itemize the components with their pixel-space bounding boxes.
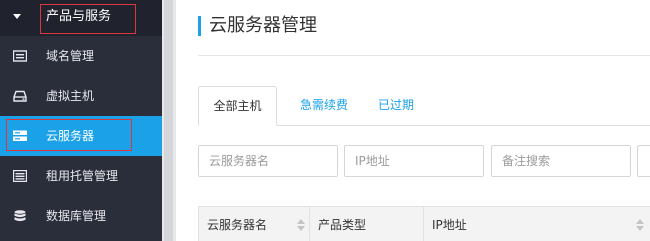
- database-icon: [14, 210, 26, 222]
- sidebar-section-products-services[interactable]: 产品与服务: [0, 0, 162, 36]
- app-root: 产品与服务 域名管理 虚拟主机 云服务器 租用托管管理 数据库管理 云服务器管理…: [0, 0, 650, 241]
- sidebar-item-label: 租用托管管理: [46, 169, 119, 183]
- column-label: IP地址: [432, 218, 467, 232]
- virtual-host-icon: [13, 90, 27, 102]
- column-header-server-name[interactable]: 云服务器名: [199, 207, 310, 241]
- page-title: 云服务器管理: [209, 15, 317, 36]
- annotation-highlight-box: [40, 4, 136, 34]
- extra-filter-input[interactable]: [637, 145, 650, 177]
- sidebar: 产品与服务 域名管理 虚拟主机 云服务器 租用托管管理 数据库管理: [0, 0, 162, 241]
- annotation-highlight-box: [6, 119, 132, 151]
- sidebar-item-virtual-host[interactable]: 虚拟主机: [0, 76, 162, 116]
- sidebar-item-label: 数据库管理: [46, 209, 107, 223]
- sidebar-scrollbar[interactable]: [162, 0, 176, 241]
- column-label: 云服务器名: [207, 218, 268, 232]
- ip-address-input[interactable]: [344, 145, 484, 177]
- title-accent-bar: [198, 16, 201, 36]
- column-label: 产品类型: [318, 218, 367, 232]
- main-content: 云服务器管理 全部主机 急需续费 已过期 云服务器名 产品类型 IP地址: [176, 0, 650, 241]
- sidebar-item-label: 虚拟主机: [46, 89, 95, 103]
- tab-renewal-needed[interactable]: 急需续费: [294, 86, 354, 126]
- caret-down-icon[interactable]: [13, 14, 21, 19]
- table-header: 云服务器名 产品类型 IP地址: [198, 206, 650, 241]
- tab-all-hosts[interactable]: 全部主机: [198, 86, 277, 126]
- tab-expired[interactable]: 已过期: [366, 86, 426, 126]
- host-tabs: 全部主机 急需续费 已过期: [198, 86, 650, 126]
- sidebar-item-domain[interactable]: 域名管理: [0, 36, 162, 76]
- divider: [198, 55, 650, 56]
- server-name-input[interactable]: [198, 145, 338, 177]
- sort-icon[interactable]: [636, 219, 644, 231]
- hosting-icon: [13, 170, 27, 182]
- sidebar-item-hosting[interactable]: 租用托管管理: [0, 156, 162, 196]
- sidebar-item-label: 域名管理: [46, 49, 95, 63]
- domain-icon: [13, 50, 27, 62]
- column-header-ip-address[interactable]: IP地址: [424, 207, 650, 241]
- column-header-product-type[interactable]: 产品类型: [310, 207, 424, 241]
- remark-search-input[interactable]: [491, 145, 631, 177]
- sidebar-item-cloud-server[interactable]: 云服务器: [0, 116, 162, 156]
- sidebar-item-database[interactable]: 数据库管理: [0, 196, 162, 236]
- sort-icon[interactable]: [297, 219, 305, 231]
- scrollbar-thumb[interactable]: [164, 0, 173, 241]
